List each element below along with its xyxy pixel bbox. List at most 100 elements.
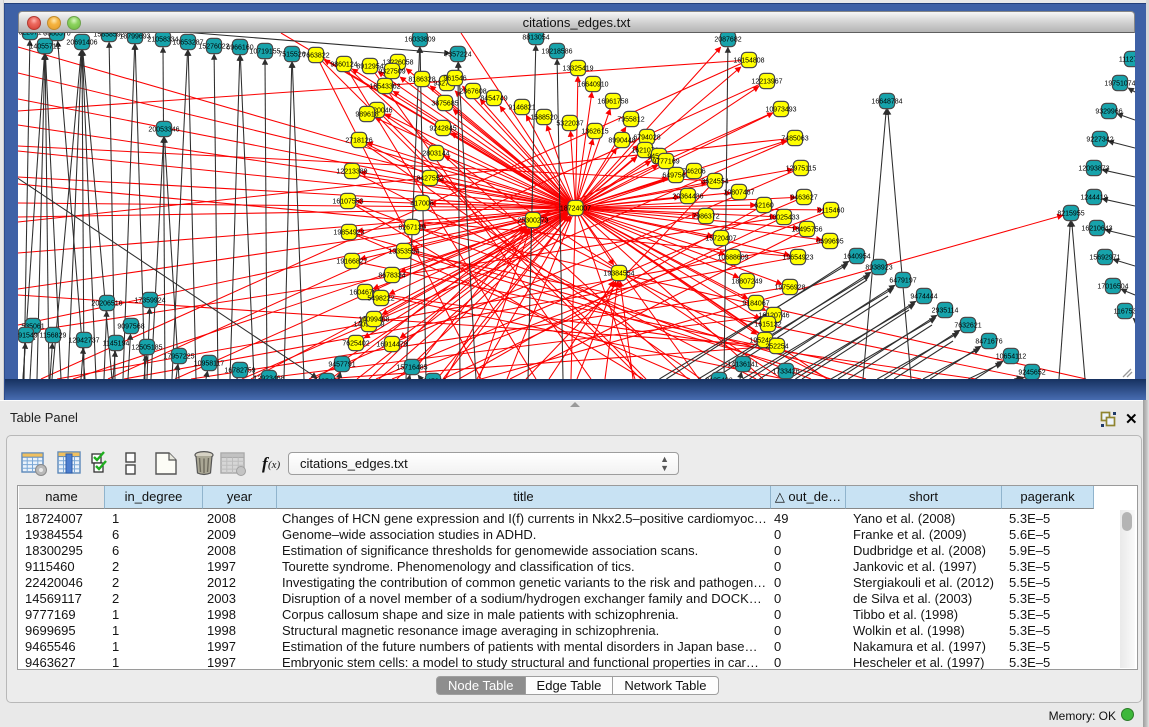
svg-text:1362615: 1362615 [581,128,608,135]
svg-text:2803144: 2803144 [422,150,449,157]
svg-text:15276022: 15276022 [198,43,229,50]
svg-text:1588520: 1588520 [530,114,557,121]
svg-text:9245652: 9245652 [1018,369,1045,376]
svg-text:17359924: 17359924 [134,297,165,304]
svg-text:20206516: 20206516 [91,300,122,307]
svg-text:13325419: 13325419 [562,65,593,72]
svg-text:14136141: 14136141 [727,361,758,368]
svg-text:62160: 62160 [754,202,774,209]
svg-text:8267130: 8267130 [398,224,425,231]
svg-text:16154808: 16154808 [733,57,764,64]
svg-text:10973493: 10973493 [765,106,796,113]
svg-text:8990448: 8990448 [608,137,635,144]
svg-text:9327509: 9327509 [378,68,405,75]
svg-text:9463627: 9463627 [790,194,817,201]
svg-text:989618: 989618 [355,111,378,118]
svg-text:17016504: 17016504 [1097,283,1128,290]
svg-text:9860124: 9860124 [330,61,357,68]
svg-text:9474444: 9474444 [910,293,937,300]
svg-text:1145194: 1145194 [103,340,130,347]
svg-text:9227342: 9227342 [1086,136,1113,143]
svg-text:16210643: 16210643 [1081,225,1112,232]
svg-text:12213389: 12213389 [336,168,367,175]
svg-text:7955812: 7955812 [617,116,644,123]
svg-text:8938923: 8938923 [865,264,892,271]
svg-text:7632621: 7632621 [954,322,981,329]
svg-text:1112795: 1112795 [1119,56,1135,63]
svg-text:20053346: 20053346 [148,126,179,133]
svg-text:10688609: 10688609 [717,254,748,261]
svg-text:5322037: 5322037 [556,120,583,127]
svg-text:10807487: 10807487 [723,189,754,196]
svg-text:7625402: 7625402 [342,340,369,347]
svg-text:14099468: 14099468 [358,316,389,323]
svg-text:9146821: 9146821 [508,104,535,111]
svg-text:116753: 116753 [1114,308,1135,315]
svg-text:15716485: 15716485 [396,364,427,371]
svg-text:16914479: 16914479 [376,341,407,348]
svg-text:1733426: 1733426 [772,368,799,375]
svg-text:19218586: 19218586 [541,48,572,55]
svg-text:8215955: 8215955 [1057,210,1084,217]
svg-text:5498222: 5498222 [367,295,394,302]
svg-text:10719155: 10719155 [249,48,280,55]
svg-text:391549: 391549 [18,332,38,339]
svg-text:8813054: 8813054 [522,34,549,41]
svg-text:20364436: 20364436 [672,193,703,200]
svg-text:252254: 252254 [765,343,788,350]
svg-text:8454749: 8454749 [480,95,507,102]
svg-text:10025433: 10025433 [768,214,799,221]
svg-text:9329966: 9329966 [1095,108,1122,115]
svg-text:18799693: 18799693 [119,33,150,40]
svg-text:17957225: 17957225 [163,353,194,360]
svg-text:20691406: 20691406 [66,39,97,46]
svg-text:19756928: 19756928 [774,284,805,291]
svg-text:417006: 417006 [410,200,433,207]
svg-text:9777169: 9777169 [652,158,679,165]
svg-text:1640954: 1640954 [843,253,870,260]
svg-text:9242845: 9242845 [429,125,456,132]
svg-text:1615132: 1615132 [754,321,781,328]
svg-text:12213967: 12213967 [751,78,782,85]
svg-text:12975115: 12975115 [786,165,817,172]
svg-text:19166827: 19166827 [336,258,367,265]
svg-text:2087682: 2087682 [714,36,741,43]
svg-text:16648784: 16648784 [871,98,902,105]
svg-text:19751074: 19751074 [1104,80,1135,87]
svg-text:9184067: 9184067 [742,300,769,307]
svg-text:16220717: 16220717 [18,33,46,36]
svg-text:16640910: 16640910 [577,81,608,88]
svg-text:16961758: 16961758 [597,98,628,105]
svg-text:15720407: 15720407 [705,235,736,242]
svg-text:12942737: 12942737 [68,337,99,344]
svg-text:15692971: 15692971 [1089,254,1120,261]
svg-text:7485063: 7485063 [781,135,808,142]
svg-text:9097568: 9097568 [117,323,144,330]
svg-text:12093873: 12093873 [1078,165,1109,172]
svg-text:6479197: 6479197 [889,277,916,284]
svg-text:14055712: 14055712 [29,43,60,50]
svg-text:10958117: 10958117 [194,360,225,367]
svg-text:2718126: 2718126 [345,137,372,144]
svg-text:8471676: 8471676 [975,338,1002,345]
svg-text:16033809: 16033809 [404,36,435,43]
svg-text:2935114: 2935114 [932,307,959,314]
svg-text:1156829: 1156829 [40,332,67,339]
svg-text:8678334: 8678334 [378,272,405,279]
svg-text:8186328: 8186328 [408,76,435,83]
svg-text:19654923: 19654923 [782,254,813,261]
svg-text:961546: 961546 [443,75,466,82]
svg-text:18724007: 18724007 [560,205,591,212]
svg-text:16543362: 16543362 [369,83,400,90]
svg-text:1244419: 1244419 [1080,194,1107,201]
svg-text:9886570: 9886570 [43,33,70,37]
svg-text:3875685: 3875685 [431,100,458,107]
svg-text:746206: 746206 [682,168,705,175]
svg-text:9457791: 9457791 [328,361,355,368]
svg-text:2367608: 2367608 [459,88,486,95]
svg-text:8427552: 8427552 [416,175,443,182]
svg-text:10654112: 10654112 [996,353,1027,360]
svg-text:19384554: 19384554 [603,270,634,277]
svg-text:25300273: 25300273 [517,217,548,224]
svg-text:19854923: 19854923 [333,229,364,236]
